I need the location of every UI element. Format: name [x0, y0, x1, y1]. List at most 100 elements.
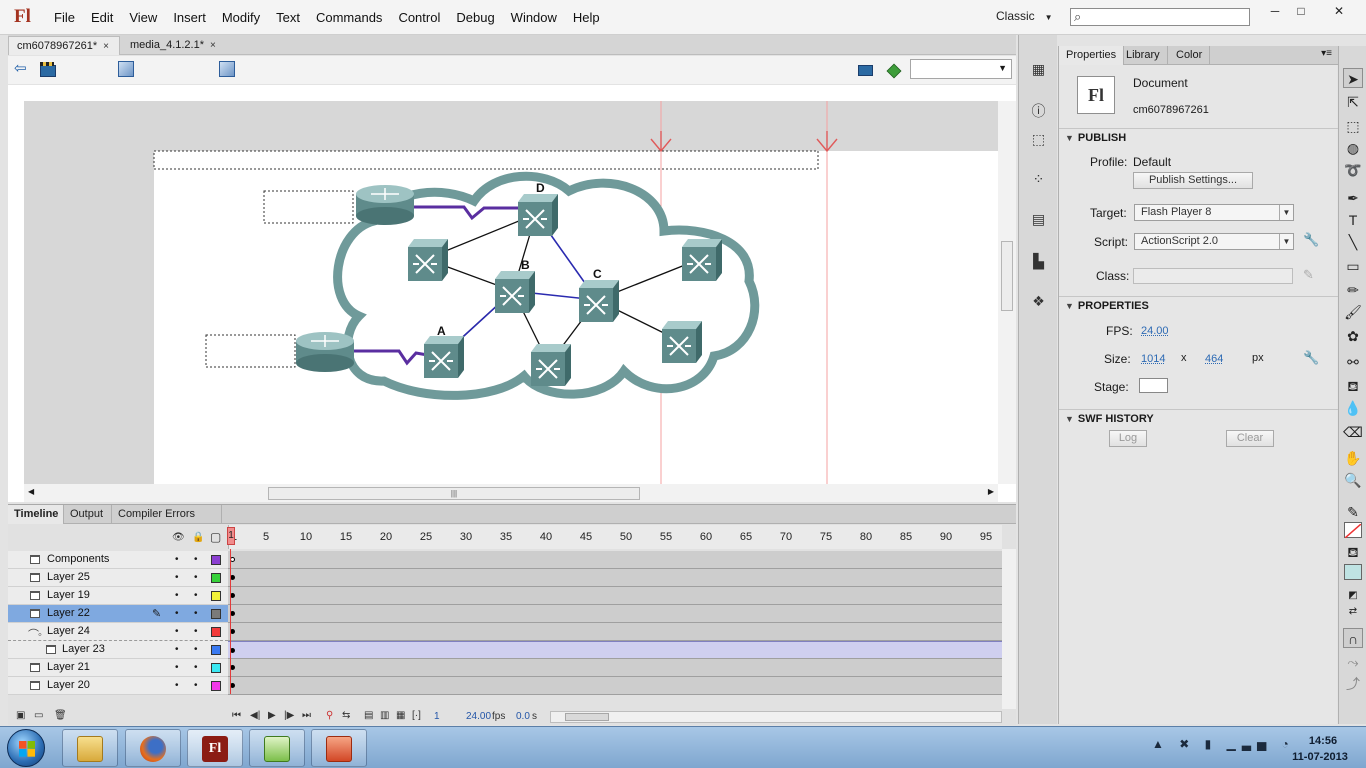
- menu-text[interactable]: Text: [268, 10, 308, 25]
- layer-frames[interactable]: [228, 587, 1002, 605]
- taskbar-firefox[interactable]: [125, 729, 181, 767]
- delete-layer-icon[interactable]: 🗑: [54, 710, 67, 721]
- layer-frames[interactable]: [228, 551, 1002, 569]
- symbol-icon[interactable]: [118, 61, 134, 77]
- edit-scene-icon[interactable]: [858, 61, 874, 77]
- rectangle-tool-icon[interactable]: ▭: [1343, 256, 1363, 276]
- layer-name[interactable]: Layer 25: [47, 571, 90, 583]
- scroll-right-icon[interactable]: ▶: [988, 487, 994, 496]
- stage-horizontal-scrollbar[interactable]: ◀ ||| ▶: [24, 484, 998, 502]
- onion-outline-icon[interactable]: ▥: [380, 710, 389, 721]
- switch-icon[interactable]: [579, 280, 619, 322]
- switch-icon[interactable]: [518, 194, 558, 236]
- tab-timeline[interactable]: Timeline: [8, 505, 64, 524]
- layer-outline-color[interactable]: [211, 627, 221, 637]
- layer-row[interactable]: Layer 19 • •: [8, 587, 1016, 605]
- tab-properties[interactable]: Properties: [1059, 46, 1125, 65]
- snap-magnet-icon[interactable]: ∩: [1343, 628, 1363, 648]
- layer-row[interactable]: Components • •: [8, 551, 1016, 569]
- new-layer-icon[interactable]: ▣: [16, 710, 25, 721]
- menu-file[interactable]: File: [46, 10, 83, 25]
- taskbar-explorer[interactable]: [62, 729, 118, 767]
- layer-frames[interactable]: [228, 659, 1002, 677]
- menu-help[interactable]: Help: [565, 10, 608, 25]
- next-frame-icon[interactable]: |▶: [284, 710, 294, 721]
- doc-tab-cm6078967261[interactable]: cm6078967261* ×: [8, 36, 120, 55]
- switch-icon[interactable]: [424, 336, 464, 378]
- visibility-dot[interactable]: •: [175, 662, 179, 673]
- panel-menu-icon[interactable]: ▾≡: [1321, 48, 1332, 59]
- lock-dot[interactable]: •: [194, 626, 198, 637]
- menu-modify[interactable]: Modify: [214, 10, 268, 25]
- scroll-thumb[interactable]: [565, 713, 609, 721]
- zoom-tool-icon[interactable]: 🔍: [1343, 470, 1363, 490]
- loop-icon[interactable]: ⇆: [342, 710, 350, 721]
- layer-name[interactable]: Components: [47, 553, 109, 565]
- layer-frames[interactable]: [228, 677, 1002, 695]
- transform-panel-icon[interactable]: ⬚: [1030, 131, 1047, 148]
- text-field[interactable]: [263, 190, 354, 224]
- close-tab-icon[interactable]: ×: [103, 41, 109, 52]
- tab-output[interactable]: Output: [64, 505, 112, 524]
- lasso-tool-icon[interactable]: ➰: [1343, 160, 1363, 180]
- scroll-thumb[interactable]: [1001, 241, 1013, 311]
- layer-row[interactable]: Layer 23 • •: [8, 641, 1016, 659]
- first-frame-icon[interactable]: ⏮: [232, 710, 241, 721]
- fps-value[interactable]: 24.00: [1141, 325, 1169, 337]
- log-button[interactable]: Log: [1109, 430, 1147, 447]
- menu-insert[interactable]: Insert: [165, 10, 214, 25]
- playhead[interactable]: 1: [227, 527, 235, 545]
- last-frame-icon[interactable]: ⏭: [302, 710, 311, 721]
- target-select[interactable]: Flash Player 8 ▼: [1134, 204, 1294, 221]
- modify-markers-icon[interactable]: [·]: [412, 710, 421, 721]
- eraser-tool-icon[interactable]: ⌫: [1343, 422, 1363, 442]
- clock-time[interactable]: 14:56: [1298, 735, 1348, 747]
- motion-presets-icon[interactable]: ❖: [1030, 293, 1047, 310]
- fill-color-icon[interactable]: ⛾: [1343, 542, 1363, 562]
- selection-tool-icon[interactable]: ➤: [1343, 68, 1363, 88]
- swap-colors-icon[interactable]: ⇄: [1343, 602, 1363, 622]
- scroll-left-icon[interactable]: ◀: [28, 487, 34, 496]
- layer-row[interactable]: Layer 21 • •: [8, 659, 1016, 677]
- subselection-tool-icon[interactable]: ⇱: [1343, 92, 1363, 112]
- layer-name-cell[interactable]: Layer 23 • •: [8, 641, 228, 659]
- brush-tool-icon[interactable]: 🖌: [1343, 302, 1363, 322]
- maximize-button[interactable]: □: [1288, 4, 1314, 20]
- close-window-button[interactable]: ✕: [1326, 4, 1352, 20]
- workspace-switcher[interactable]: Classic ▼: [996, 9, 1053, 23]
- frame-rate-value[interactable]: 24.00: [466, 711, 491, 722]
- lock-dot[interactable]: •: [194, 644, 198, 655]
- lock-dot[interactable]: •: [194, 590, 198, 601]
- visibility-dot[interactable]: •: [175, 590, 179, 601]
- clock-date[interactable]: 11-07-2013: [1284, 751, 1356, 763]
- publish-settings-button[interactable]: Publish Settings...: [1133, 172, 1253, 189]
- pen-tool-icon[interactable]: ✒: [1343, 188, 1363, 208]
- stage-height-value[interactable]: 464: [1205, 353, 1223, 365]
- close-tab-icon[interactable]: ×: [210, 40, 216, 51]
- layer-name-cell[interactable]: ⌒◦ Layer 24 • •: [8, 623, 228, 641]
- edit-symbols-icon[interactable]: [886, 61, 902, 77]
- stage-width-value[interactable]: 1014: [1141, 353, 1165, 365]
- info-panel-icon[interactable]: ⓘ: [1030, 103, 1047, 120]
- layer-name[interactable]: Layer 21: [47, 661, 90, 673]
- switch-icon[interactable]: [682, 239, 722, 281]
- layer-row[interactable]: Layer 22 ✎ • •: [8, 605, 1016, 623]
- swf-history-section-header[interactable]: ▼ SWF HISTORY: [1059, 409, 1338, 427]
- menu-window[interactable]: Window: [503, 10, 565, 25]
- current-frame-value[interactable]: 1: [434, 711, 440, 722]
- lock-dot[interactable]: •: [194, 554, 198, 565]
- onion-skin-icon[interactable]: ▤: [364, 710, 373, 721]
- system-tray[interactable]: ▲ ✖ ▮ ▁▃▅ ◔: [1152, 737, 1295, 751]
- taskbar-flash[interactable]: Fl: [187, 729, 243, 767]
- visibility-dot[interactable]: •: [175, 626, 179, 637]
- layer-name[interactable]: Layer 19: [47, 589, 90, 601]
- visibility-dot[interactable]: •: [175, 572, 179, 583]
- minimize-button[interactable]: ─: [1262, 4, 1288, 20]
- layer-name[interactable]: Layer 20: [47, 679, 90, 691]
- layer-outline-color[interactable]: [211, 591, 221, 601]
- layer-name[interactable]: Layer 22: [47, 607, 90, 619]
- lock-dot[interactable]: •: [194, 572, 198, 583]
- color-swatches-icon[interactable]: ⁘: [1030, 171, 1047, 188]
- router-icon[interactable]: [296, 332, 354, 372]
- switch-icon[interactable]: [495, 271, 535, 313]
